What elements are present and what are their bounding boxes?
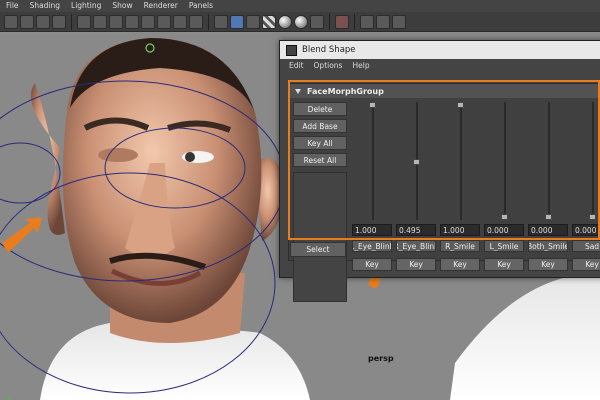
menu-lighting[interactable]: Lighting <box>65 0 106 12</box>
key-button[interactable]: Key <box>572 258 600 271</box>
target-name-label: R_Eye_Blink <box>396 240 436 252</box>
menu-renderer[interactable]: Renderer <box>138 0 183 12</box>
main-menubar: File Shading Lighting Show Renderer Pane… <box>0 0 600 12</box>
grid-icon[interactable] <box>77 14 91 29</box>
blend-shape-window: Blend Shape Edit Options Help FaceMorphG… <box>279 40 600 302</box>
weight-slider-track[interactable] <box>592 102 594 220</box>
menu-show[interactable]: Show <box>106 0 137 12</box>
second-shirt <box>450 273 600 400</box>
isolate-icon[interactable] <box>189 14 203 29</box>
shadows-icon[interactable] <box>294 14 308 29</box>
camera-attributes-icon[interactable] <box>20 14 34 29</box>
textured-icon[interactable] <box>262 14 276 29</box>
weight-value-field[interactable]: 0.000 <box>528 224 568 236</box>
window-title: Blend Shape <box>302 45 356 55</box>
weight-slider-handle[interactable] <box>413 158 420 165</box>
wireframe-icon[interactable] <box>214 14 228 29</box>
menu-help[interactable]: Help <box>347 59 374 72</box>
weight-slider-handle[interactable] <box>545 214 552 220</box>
group-name: FaceMorphGroup <box>307 86 384 96</box>
camera-label: persp <box>368 354 394 363</box>
image-plane-icon[interactable] <box>52 14 66 29</box>
bookmark-icon[interactable] <box>36 14 50 29</box>
menu-edit[interactable]: Edit <box>284 59 309 72</box>
smooth-shade-icon[interactable] <box>230 14 244 29</box>
weight-slider-handle[interactable] <box>589 214 596 220</box>
collapse-triangle-icon[interactable] <box>295 88 301 94</box>
toolbar-separator <box>329 13 330 30</box>
share-icon[interactable] <box>392 14 406 29</box>
weight-value-field[interactable]: 1.000 <box>352 224 392 236</box>
xray-joints-icon[interactable] <box>360 14 374 29</box>
target-name-label: L_Eye_Blink <box>352 240 392 252</box>
weight-slider-handle[interactable] <box>457 102 464 108</box>
field-chart-icon[interactable] <box>141 14 155 29</box>
window-menubar: Edit Options Help <box>280 59 600 72</box>
panel-toolbar <box>0 12 600 32</box>
gate-mask-icon[interactable] <box>125 14 139 29</box>
key-button[interactable]: Key <box>440 258 480 271</box>
weight-value-field[interactable]: 0.495 <box>396 224 436 236</box>
key-button[interactable]: Key <box>528 258 568 271</box>
select-camera-icon[interactable] <box>4 14 18 29</box>
left-eye-closed <box>98 148 138 162</box>
delete-button[interactable]: Delete <box>293 102 347 116</box>
film-gate-icon[interactable] <box>93 14 107 29</box>
target-name-label: R_Smile <box>440 240 480 252</box>
menu-file[interactable]: File <box>0 0 24 12</box>
weight-value-field[interactable]: 1.000 <box>440 224 480 236</box>
weight-value-field[interactable]: 0.000 <box>484 224 524 236</box>
menu-options[interactable]: Options <box>309 59 348 72</box>
left-panel-empty <box>293 172 347 302</box>
toolbar-separator <box>208 13 209 30</box>
weight-slider-handle[interactable] <box>369 102 376 108</box>
reset-all-button[interactable]: Reset All <box>293 153 347 167</box>
weight-slider-handle[interactable] <box>501 214 508 220</box>
weight-slider-track[interactable] <box>372 102 374 220</box>
toolbar-separator <box>354 13 355 30</box>
menu-shading[interactable]: Shading <box>24 0 65 12</box>
key-button[interactable]: Key <box>352 258 392 271</box>
key-button[interactable]: Key <box>484 258 524 271</box>
left-ear <box>30 83 66 235</box>
resolution-gate-icon[interactable] <box>109 14 123 29</box>
target-name-label: Both_Smile <box>528 240 568 252</box>
key-button[interactable]: Key <box>396 258 436 271</box>
toolbar-separator <box>71 13 72 30</box>
target-name-label: Sad <box>572 240 600 252</box>
weight-slider-track[interactable] <box>504 102 506 220</box>
two-sided-lighting-icon[interactable] <box>376 14 390 29</box>
add-base-button[interactable]: Add Base <box>293 119 347 133</box>
pointer-arrow-left <box>2 217 42 253</box>
blend-shape-group: FaceMorphGroup Delete Add Base Key All R… <box>288 83 600 302</box>
wireframe-on-shaded-icon[interactable] <box>246 14 260 29</box>
weight-slider-track[interactable] <box>460 102 462 220</box>
safe-action-icon[interactable] <box>157 14 171 29</box>
select-button[interactable]: Select <box>290 242 346 257</box>
window-icon <box>286 44 297 56</box>
weight-slider-track[interactable] <box>548 102 550 220</box>
safe-title-icon[interactable] <box>173 14 187 29</box>
axis-gizmo <box>8 398 10 400</box>
window-title-bar[interactable]: Blend Shape <box>280 41 600 59</box>
menu-panels[interactable]: Panels <box>183 0 218 12</box>
isolate-select-icon[interactable] <box>335 14 349 29</box>
xray-icon[interactable] <box>310 14 324 29</box>
use-lights-icon[interactable] <box>278 14 292 29</box>
right-iris <box>185 152 195 162</box>
group-header[interactable]: FaceMorphGroup <box>289 84 600 98</box>
target-name-label: L_Smile <box>484 240 524 252</box>
key-all-button[interactable]: Key All <box>293 136 347 150</box>
weight-value-field[interactable]: 0.000 <box>572 224 600 236</box>
